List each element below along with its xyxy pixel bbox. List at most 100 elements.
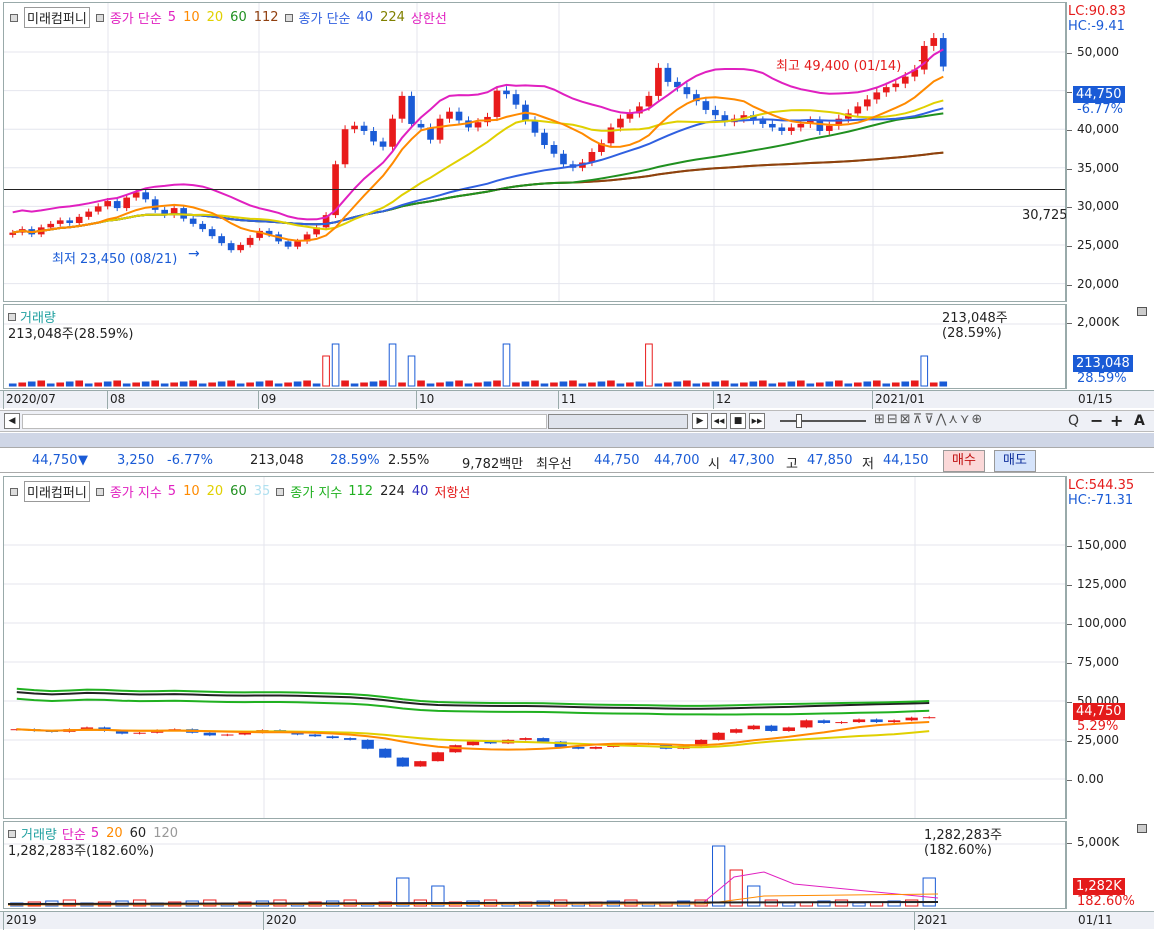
candle-body	[361, 739, 374, 749]
zoom-slider-handle[interactable]	[796, 414, 802, 428]
stop-button[interactable]: ■	[730, 413, 746, 429]
y-tick	[1067, 843, 1072, 844]
top-volume-svg	[4, 323, 1065, 387]
drawing-tools-icons[interactable]: ⊞⊟⊠⊼⊽⋀⋏⋎⊕	[874, 412, 984, 427]
top-volume-plot[interactable]: 거래량 213,048주(28.59%) 213,048주(28.59%)	[3, 304, 1066, 389]
y-tick	[1067, 168, 1072, 170]
legend-toggle-icon[interactable]	[95, 487, 104, 496]
legend-toggle-icon[interactable]	[284, 13, 293, 22]
y-tick	[1067, 53, 1072, 54]
panel-divider[interactable]	[0, 433, 1154, 447]
x-label: 2019	[6, 913, 37, 927]
candle-body	[835, 722, 848, 724]
candle-body	[683, 87, 691, 95]
volume-bar	[654, 383, 663, 387]
scrollbar-track[interactable]	[22, 414, 547, 429]
expand-icon[interactable]	[1137, 307, 1147, 316]
y-tick	[1067, 130, 1072, 132]
expand-icon[interactable]	[1137, 824, 1147, 833]
ma2-prefix: 종가 지수	[290, 486, 343, 501]
candle-body	[730, 729, 743, 733]
volume-bar	[246, 382, 254, 387]
volume-bar	[863, 381, 872, 387]
legend-toggle-icon[interactable]	[10, 13, 18, 22]
volume-bar	[782, 902, 796, 907]
search-icon[interactable]: Q	[1068, 413, 1079, 429]
bottom-price-plot[interactable]: 미래컴퍼니 종가 지수 5 10 20 60 35 종가 지수 112 224 40 저항선	[3, 476, 1066, 819]
top-price-yaxis[interactable]: LC:90.83 HC:-9.41 50,00045,00040,00035,0…	[1066, 2, 1154, 302]
volume-bar	[265, 380, 273, 387]
volume-bar	[274, 383, 283, 387]
y-label: 125,000	[1077, 577, 1127, 591]
y-tick	[1067, 284, 1072, 286]
ma-period-list: 5 10 20 60 112	[168, 10, 279, 25]
volume-bar	[626, 382, 634, 387]
scrollbar-thumb[interactable]	[548, 414, 688, 429]
candle-body	[645, 95, 653, 107]
ma-period-2: 20	[206, 10, 224, 25]
volume-bar	[806, 383, 815, 387]
zoom-slider[interactable]	[780, 420, 866, 422]
legend-toggle-icon[interactable]	[10, 487, 18, 496]
y-tick	[1067, 585, 1072, 586]
volume-bar	[132, 382, 141, 387]
volume-ma-list: 5 20 60 120	[91, 826, 178, 841]
candle-body	[151, 199, 159, 210]
candle-body	[133, 732, 146, 734]
legend-toggle-icon[interactable]	[8, 312, 16, 321]
low-arrow-icon: →	[188, 246, 200, 262]
rewind-button[interactable]: ◀◀	[711, 413, 727, 429]
bottom-chart-panel: 미래컴퍼니 종가 지수 5 10 20 60 35 종가 지수 112 224 40 저항선…	[0, 474, 1154, 940]
volume-bar	[521, 381, 530, 387]
y-tick	[1067, 546, 1072, 547]
y-label: 0.00	[1077, 772, 1104, 786]
volume-bar	[122, 383, 131, 387]
volume-bar	[920, 355, 929, 387]
volume-ma-period-0: 5	[90, 826, 100, 841]
sell-button[interactable]: 매도	[994, 450, 1036, 472]
x-separator	[107, 391, 108, 409]
stock-name[interactable]: 미래컴퍼니	[24, 481, 90, 502]
info-high: 47,850	[807, 453, 853, 468]
volume-bar	[712, 845, 726, 907]
fast-forward-button[interactable]: ▶▶	[749, 413, 765, 429]
legend-toggle-icon[interactable]	[276, 487, 285, 496]
zoom-in-button[interactable]: +	[1110, 411, 1123, 430]
legend-toggle-icon[interactable]	[95, 13, 104, 22]
candle-body	[398, 95, 406, 119]
ma2-period-2: 40	[411, 484, 429, 499]
bottom-volume-yaxis[interactable]: 5,000K 1,282K 182.60%	[1066, 821, 1154, 909]
candle-body	[370, 130, 377, 142]
candle-body	[800, 720, 813, 728]
candle-body	[816, 120, 824, 131]
low-label: 저	[862, 457, 874, 472]
top-price-plot[interactable]: 미래컴퍼니 종가 단순 5 10 20 60 112 종가 단순 40 224 상한선 최…	[3, 2, 1068, 302]
y-label: 30,000	[1077, 199, 1119, 214]
volume-sub-label: 213,048주(28.59%)	[8, 327, 134, 342]
ma-period-1: 10	[183, 10, 200, 25]
info-ratio: 2.55%	[388, 453, 430, 468]
ma-period-0: 5	[167, 10, 177, 25]
candle-body	[765, 725, 778, 731]
volume-bar	[797, 380, 805, 387]
scroll-left-button[interactable]: ◀	[4, 413, 20, 429]
ma-prefix: 종가 단순	[109, 12, 162, 27]
bottom-x-axis: 01/11 2019 2020 2021	[0, 911, 1154, 930]
legend-toggle-icon[interactable]	[8, 829, 16, 838]
bottom-volume-plot[interactable]: 거래량 단순 5 20 60 120 1,282,283주(182.60%) 1,28…	[3, 821, 1066, 909]
resistance-label: 저항선	[434, 486, 471, 501]
text-tool-button[interactable]: A	[1134, 413, 1145, 429]
volume-bar	[616, 383, 625, 387]
play-button[interactable]: ▶	[692, 413, 708, 429]
volume-right-label: 1,282,283주(182.60%)	[924, 828, 1003, 858]
buy-button[interactable]: 매수	[943, 450, 985, 472]
volume-bar	[664, 382, 672, 387]
candle-body	[923, 717, 936, 719]
stock-name[interactable]: 미래컴퍼니	[24, 7, 90, 28]
top-volume-yaxis[interactable]: 2,000K 213,048 28.59%	[1066, 304, 1154, 389]
zoom-out-button[interactable]: −	[1090, 411, 1103, 430]
ma-period-4: 112	[253, 10, 279, 25]
ma2-period-1: 224	[380, 10, 405, 25]
volume-bar	[531, 380, 539, 387]
bottom-price-yaxis[interactable]: LC:544.35 HC:-71.31 150,000 125,000 100,00…	[1066, 476, 1154, 819]
